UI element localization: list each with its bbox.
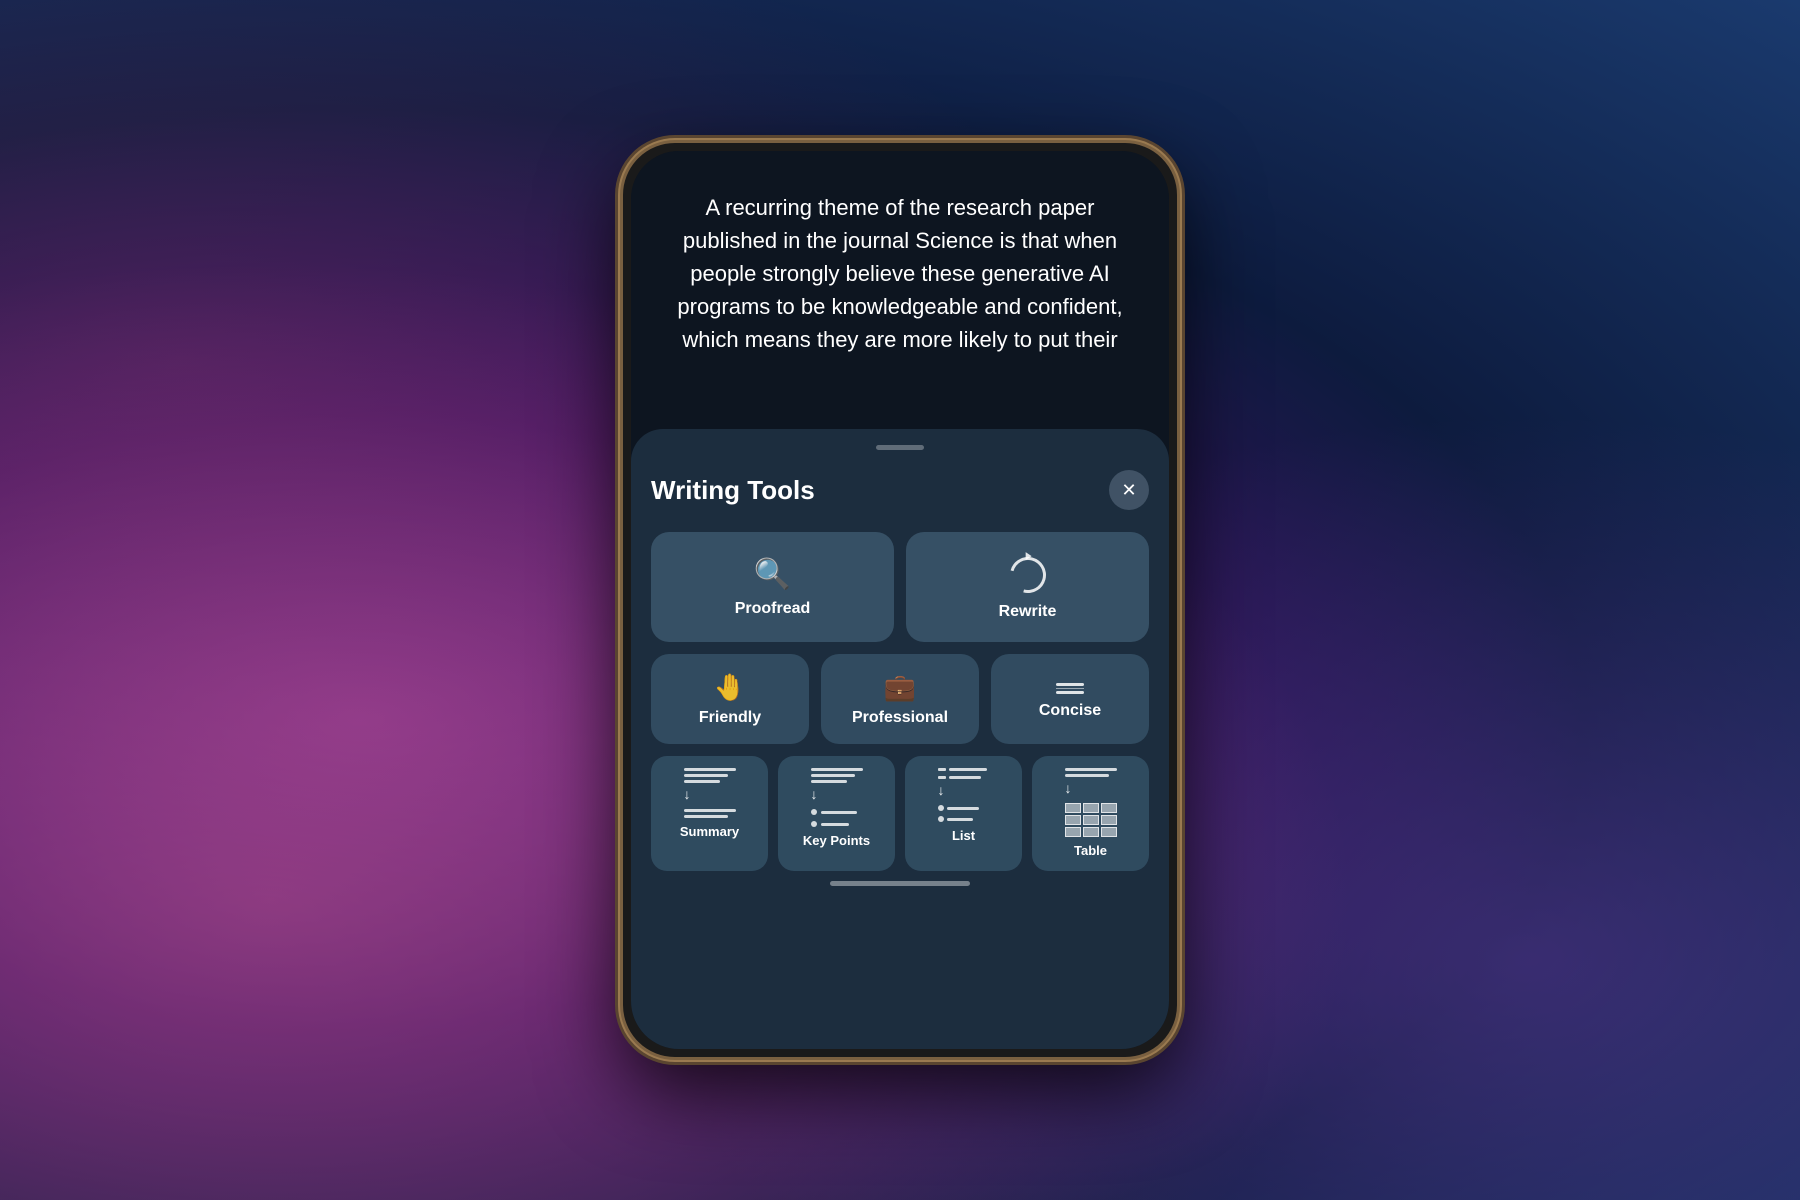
table-button[interactable]: ↓ — [1032, 756, 1149, 871]
concise-label: Concise — [1039, 702, 1101, 720]
key-points-icon: ↓ — [811, 768, 863, 827]
rewrite-label: Rewrite — [999, 603, 1057, 621]
professional-button[interactable]: 💼 Professional — [821, 654, 979, 744]
professional-label: Professional — [852, 709, 948, 727]
writing-tools-sheet: Writing Tools ✕ 🔍 Proofread Rewrite — [631, 429, 1169, 1049]
sheet-header: Writing Tools ✕ — [651, 470, 1149, 510]
proofread-button[interactable]: 🔍 Proofread — [651, 532, 894, 642]
tools-mid-grid: 🤚 Friendly 💼 Professional Concise — [651, 654, 1149, 744]
phone-frame: A recurring theme of the research paper … — [620, 140, 1180, 1060]
professional-icon: 💼 — [884, 675, 916, 701]
concise-icon — [1056, 683, 1084, 694]
concise-button[interactable]: Concise — [991, 654, 1149, 744]
tools-bottom-grid: ↓ Summary ↓ — [651, 756, 1149, 871]
list-label: List — [952, 828, 975, 851]
summary-label: Summary — [680, 824, 739, 847]
article-text: A recurring theme of the research paper … — [661, 191, 1139, 356]
phone-screen: A recurring theme of the research paper … — [631, 151, 1169, 1049]
article-area: A recurring theme of the research paper … — [631, 151, 1169, 376]
key-points-button[interactable]: ↓ Key Points — [778, 756, 895, 871]
friendly-button[interactable]: 🤚 Friendly — [651, 654, 809, 744]
close-icon: ✕ — [1121, 480, 1136, 501]
summary-icon: ↓ — [684, 768, 736, 818]
sheet-handle[interactable] — [876, 445, 924, 450]
close-button[interactable]: ✕ — [1109, 470, 1149, 510]
table-icon: ↓ — [1065, 768, 1117, 837]
home-indicator[interactable] — [830, 881, 970, 886]
list-icon: ↓ — [938, 768, 990, 822]
table-label: Table — [1074, 843, 1107, 866]
friendly-icon: 🤚 — [714, 675, 746, 701]
proofread-label: Proofread — [735, 600, 811, 618]
list-button[interactable]: ↓ List — [905, 756, 1022, 871]
friendly-label: Friendly — [699, 709, 761, 727]
proofread-icon: 🔍 — [754, 560, 791, 590]
sheet-title: Writing Tools — [651, 475, 815, 506]
key-points-label: Key Points — [803, 833, 870, 856]
summary-button[interactable]: ↓ Summary — [651, 756, 768, 871]
phone-wrapper: A recurring theme of the research paper … — [620, 140, 1180, 1060]
rewrite-button[interactable]: Rewrite — [906, 532, 1149, 642]
rewrite-icon — [1003, 550, 1052, 599]
tools-top-grid: 🔍 Proofread Rewrite — [651, 532, 1149, 642]
